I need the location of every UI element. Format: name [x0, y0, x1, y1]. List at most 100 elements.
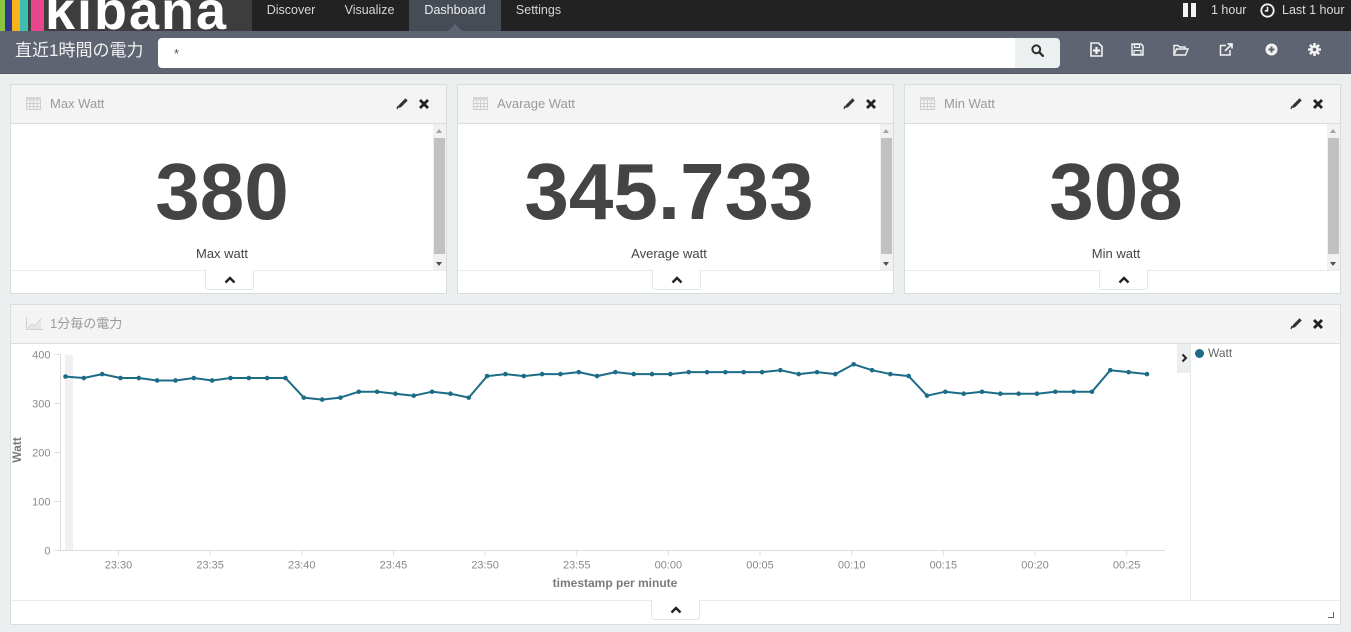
data-point[interactable]: [741, 369, 747, 375]
data-point[interactable]: [173, 378, 178, 383]
kibana-logo[interactable]: kibana: [0, 0, 252, 31]
panel-header[interactable]: 1分毎の電力: [11, 305, 1340, 344]
scroll-up-arrow[interactable]: [436, 129, 442, 133]
resize-handle[interactable]: [1328, 612, 1334, 618]
data-point[interactable]: [1053, 389, 1058, 395]
data-point[interactable]: [759, 369, 765, 375]
data-point[interactable]: [1144, 371, 1150, 377]
data-point[interactable]: [796, 371, 801, 377]
data-point[interactable]: [778, 367, 783, 373]
data-point[interactable]: [429, 389, 435, 395]
data-point[interactable]: [869, 367, 875, 373]
data-point[interactable]: [1034, 391, 1040, 396]
data-point[interactable]: [264, 375, 270, 381]
data-point[interactable]: [154, 378, 160, 383]
vertical-scrollbar[interactable]: [880, 124, 893, 271]
data-point[interactable]: [521, 373, 527, 379]
data-point[interactable]: [668, 371, 673, 377]
data-point[interactable]: [833, 371, 838, 377]
data-point[interactable]: [613, 369, 618, 375]
query-search-input[interactable]: [158, 38, 1015, 68]
data-point[interactable]: [704, 369, 710, 375]
data-point[interactable]: [1126, 369, 1131, 375]
options-button[interactable]: [1303, 42, 1325, 62]
data-point[interactable]: [723, 369, 728, 375]
open-dashboard-button[interactable]: [1170, 42, 1192, 62]
data-point[interactable]: [686, 369, 692, 375]
data-point[interactable]: [924, 393, 930, 398]
data-point[interactable]: [888, 371, 893, 377]
data-point[interactable]: [814, 369, 820, 375]
pencil-icon[interactable]: [1290, 317, 1304, 331]
data-point[interactable]: [191, 375, 197, 381]
search-button[interactable]: [1015, 38, 1060, 68]
auto-refresh-button[interactable]: 1 hour: [1180, 0, 1250, 31]
close-icon[interactable]: [418, 97, 432, 111]
pencil-icon[interactable]: [1290, 97, 1304, 111]
close-icon[interactable]: [1312, 317, 1326, 331]
legend-item-watt[interactable]: Watt: [1195, 346, 1232, 360]
close-icon[interactable]: [865, 97, 879, 111]
tab-settings[interactable]: Settings: [501, 0, 576, 31]
data-point[interactable]: [448, 391, 453, 396]
tab-dashboard[interactable]: Dashboard: [409, 0, 501, 31]
scroll-up-arrow[interactable]: [883, 129, 889, 133]
data-point[interactable]: [283, 375, 288, 381]
time-picker-button[interactable]: Last 1 hour: [1258, 0, 1351, 31]
data-point[interactable]: [961, 391, 966, 396]
scroll-down-arrow[interactable]: [1330, 262, 1336, 266]
data-point[interactable]: [558, 371, 563, 377]
data-point[interactable]: [1108, 367, 1113, 373]
data-point[interactable]: [631, 371, 637, 377]
data-point[interactable]: [301, 395, 307, 400]
scroll-thumb[interactable]: [434, 138, 445, 254]
tab-visualize[interactable]: Visualize: [330, 0, 409, 31]
share-button[interactable]: [1215, 42, 1237, 62]
legend-toggle-button[interactable]: [1177, 344, 1191, 373]
pencil-icon[interactable]: [843, 97, 857, 111]
data-point[interactable]: [979, 389, 985, 395]
scroll-thumb[interactable]: [881, 138, 892, 254]
panel-header[interactable]: Max Watt: [11, 85, 446, 124]
data-point[interactable]: [466, 395, 472, 400]
data-point[interactable]: [649, 371, 655, 377]
tab-discover[interactable]: Discover: [252, 0, 330, 31]
data-point[interactable]: [998, 391, 1003, 396]
data-point[interactable]: [906, 373, 911, 379]
panel-header[interactable]: Avarage Watt: [458, 85, 893, 124]
collapse-button[interactable]: [651, 600, 700, 620]
data-point[interactable]: [393, 391, 398, 396]
data-point[interactable]: [851, 362, 856, 367]
data-point[interactable]: [228, 375, 233, 381]
data-point[interactable]: [246, 375, 252, 381]
data-point[interactable]: [99, 371, 105, 377]
panel-header[interactable]: Min Watt: [905, 85, 1340, 124]
collapse-button[interactable]: [1099, 270, 1148, 290]
vertical-scrollbar[interactable]: [433, 124, 446, 271]
new-dashboard-button[interactable]: [1085, 42, 1107, 62]
data-point[interactable]: [356, 389, 362, 395]
data-point[interactable]: [503, 371, 508, 377]
scroll-thumb[interactable]: [1328, 138, 1339, 254]
data-point[interactable]: [1089, 389, 1095, 395]
data-point[interactable]: [484, 373, 490, 379]
collapse-button[interactable]: [652, 270, 701, 290]
data-point[interactable]: [943, 389, 948, 395]
data-point[interactable]: [63, 374, 68, 379]
collapse-button[interactable]: [205, 270, 254, 290]
data-point[interactable]: [338, 395, 343, 400]
add-visualization-button[interactable]: [1260, 42, 1282, 62]
close-icon[interactable]: [1312, 97, 1326, 111]
vertical-scrollbar[interactable]: [1327, 124, 1340, 271]
data-point[interactable]: [576, 369, 582, 375]
data-point[interactable]: [594, 373, 600, 379]
scroll-down-arrow[interactable]: [436, 262, 442, 266]
pencil-icon[interactable]: [396, 97, 410, 111]
data-point[interactable]: [319, 397, 325, 402]
data-point[interactable]: [1071, 389, 1076, 395]
scroll-up-arrow[interactable]: [1330, 129, 1336, 133]
data-point[interactable]: [374, 389, 380, 395]
data-point[interactable]: [539, 371, 545, 377]
data-point[interactable]: [81, 375, 87, 381]
data-point[interactable]: [209, 378, 215, 383]
